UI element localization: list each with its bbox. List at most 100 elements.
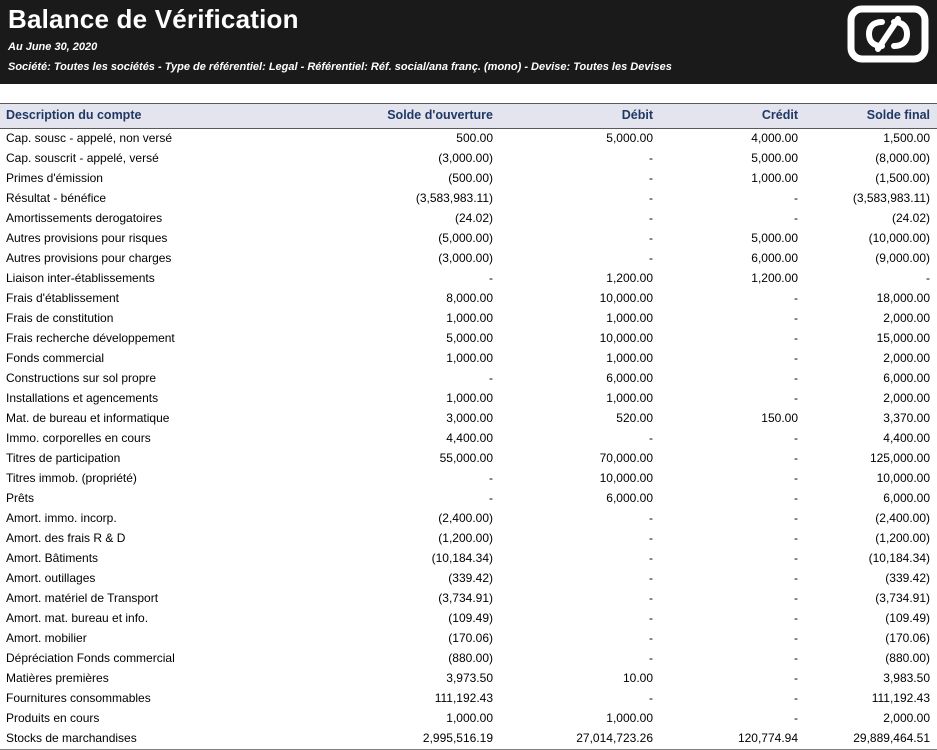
table-row: Résultat - bénéfice (3,583,983.11) - - (3,58… — [0, 189, 937, 209]
cell-opening-balance: - — [489, 271, 493, 285]
cell-debit: - — [649, 231, 653, 245]
cell-description: Fournitures consommables — [6, 691, 151, 705]
cell-debit: 27,014,723.26 — [576, 731, 653, 745]
cell-final-balance: 6,000.00 — [883, 491, 930, 505]
cell-credit: 6,000.00 — [751, 251, 798, 265]
table-row: Constructions sur sol propre - 6,000.00 - 6,… — [0, 369, 937, 389]
cell-credit: - — [794, 691, 798, 705]
cell-description: Amort. Bâtiments — [6, 551, 99, 565]
table-row: Fournitures consommables 111,192.43 - - 111,… — [0, 689, 937, 709]
cell-credit: 5,000.00 — [751, 231, 798, 245]
cell-debit: - — [649, 211, 653, 225]
cell-credit: - — [794, 191, 798, 205]
cell-opening-balance: 4,400.00 — [446, 431, 493, 445]
cell-final-balance: 2,000.00 — [883, 351, 930, 365]
cell-debit: - — [649, 571, 653, 585]
cell-debit: 10,000.00 — [599, 291, 653, 305]
cell-description: Amort. des frais R & D — [6, 531, 126, 545]
cell-credit: 120,774.94 — [737, 731, 798, 745]
cell-final-balance: 125,000.00 — [869, 451, 930, 465]
cell-credit: - — [794, 511, 798, 525]
report-date: Au June 30, 2020 — [8, 40, 98, 53]
cell-debit: 1,000.00 — [606, 351, 653, 365]
cell-credit: 150.00 — [761, 411, 798, 425]
cell-credit: - — [794, 611, 798, 625]
cell-opening-balance: 2,995,516.19 — [422, 731, 493, 745]
cell-debit: - — [649, 151, 653, 165]
cell-debit: - — [649, 171, 653, 185]
cell-credit: - — [794, 531, 798, 545]
cell-credit: 1,200.00 — [751, 271, 798, 285]
cell-debit: - — [649, 651, 653, 665]
cell-opening-balance: 111,192.43 — [434, 691, 493, 705]
cell-final-balance: - — [926, 271, 930, 285]
cell-opening-balance: (10,184.34) — [431, 551, 493, 565]
cell-debit: - — [649, 631, 653, 645]
cell-credit: - — [794, 371, 798, 385]
table-row: Autres provisions pour risques (5,000.00)… — [0, 229, 937, 249]
cell-opening-balance: (339.42) — [448, 571, 493, 585]
report-filter-summary: Société: Toutes les sociétés - Type de r… — [8, 60, 672, 73]
cell-debit: - — [649, 591, 653, 605]
cell-opening-balance: 1,000.00 — [446, 351, 493, 365]
table-row: Frais recherche développement 5,000.00 10,… — [0, 329, 937, 349]
cell-credit: - — [794, 351, 798, 365]
column-header-credit: Crédit — [660, 103, 805, 129]
table-row: Mat. de bureau et informatique 3,000.00 52… — [0, 409, 937, 429]
cell-credit: - — [794, 631, 798, 645]
table-row: Prêts - 6,000.00 - 6,000.00 — [0, 489, 937, 509]
cell-opening-balance: - — [489, 491, 493, 505]
cell-credit: - — [794, 431, 798, 445]
table-row: Amortissements derogatoires (24.02) - - (24.… — [0, 209, 937, 229]
cell-opening-balance: 55,000.00 — [439, 451, 493, 465]
cell-opening-balance: (3,583,983.11) — [415, 191, 493, 205]
cell-credit: - — [794, 311, 798, 325]
brand-logo-icon — [847, 5, 929, 63]
cell-description: Cap. sousc - appelé, non versé — [6, 131, 173, 145]
cell-description: Amort. immo. incorp. — [6, 511, 117, 525]
cell-opening-balance: 500.00 — [456, 131, 493, 145]
table-row: Produits en cours 1,000.00 1,000.00 - 2,000.… — [0, 709, 937, 729]
cell-final-balance: (1,500.00) — [875, 171, 930, 185]
cell-final-balance: 29,889,464.51 — [853, 731, 930, 745]
cell-description: Produits en cours — [6, 711, 100, 725]
cell-debit: - — [649, 551, 653, 565]
cell-description: Autres provisions pour charges — [6, 251, 172, 265]
cell-final-balance: (2,400.00) — [875, 511, 930, 525]
table-row: Amort. immo. incorp. (2,400.00) - - (2,400.0… — [0, 509, 937, 529]
cell-final-balance: 10,000.00 — [876, 471, 930, 485]
table-row: Immo. corporelles en cours 4,400.00 - - 4,40… — [0, 429, 937, 449]
cell-debit: 1,200.00 — [606, 271, 653, 285]
cell-debit: 5,000.00 — [606, 131, 653, 145]
cell-debit: 520.00 — [616, 411, 653, 425]
cell-final-balance: (8,000.00) — [875, 151, 930, 165]
cell-credit: - — [794, 391, 798, 405]
cell-credit: - — [794, 491, 798, 505]
table-row: Matières premières 3,973.50 10.00 - 3,983.50 — [0, 669, 937, 689]
cell-final-balance: (9,000.00) — [875, 251, 930, 265]
cell-debit: 70,000.00 — [599, 451, 653, 465]
cell-description: Amort. matériel de Transport — [6, 591, 159, 605]
cell-credit: - — [794, 291, 798, 305]
table-row: Fonds commercial 1,000.00 1,000.00 - 2,000.0… — [0, 349, 937, 369]
cell-opening-balance: 1,000.00 — [446, 711, 493, 725]
cell-debit: 10.00 — [622, 671, 653, 685]
cell-description: Titres de participation — [6, 451, 121, 465]
cell-final-balance: (880.00) — [885, 651, 930, 665]
cell-debit: - — [649, 611, 653, 625]
cell-final-balance: 2,000.00 — [883, 711, 930, 725]
cell-credit: - — [794, 551, 798, 565]
cell-final-balance: (10,184.34) — [868, 551, 930, 565]
cell-description: Fonds commercial — [6, 351, 105, 365]
cell-debit: - — [649, 531, 653, 545]
table-row: Liaison inter-établissements - 1,200.00 1,2… — [0, 269, 937, 289]
cell-opening-balance: (3,000.00) — [438, 251, 493, 265]
cell-description: Liaison inter-établissements — [6, 271, 155, 285]
cell-final-balance: (3,734.91) — [875, 591, 930, 605]
cell-description: Titres immob. (propriété) — [6, 471, 137, 485]
cell-credit: 5,000.00 — [751, 151, 798, 165]
cell-opening-balance: (880.00) — [448, 651, 493, 665]
table-row: Titres immob. (propriété) - 10,000.00 - 10,0… — [0, 469, 937, 489]
column-header-description: Description du compte — [0, 103, 360, 129]
cell-opening-balance: 3,973.50 — [446, 671, 493, 685]
